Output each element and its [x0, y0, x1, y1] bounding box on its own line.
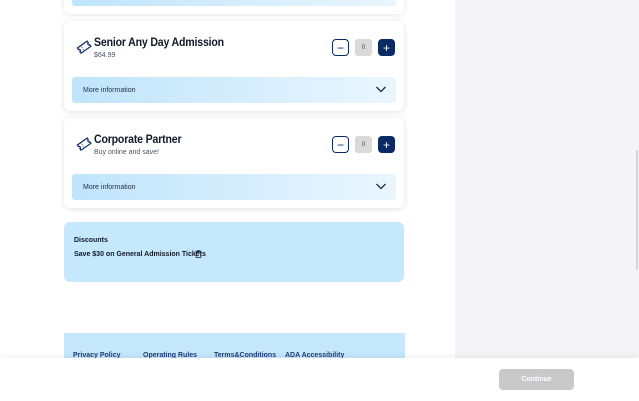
ticket-icon: [76, 40, 92, 55]
page: Senior Any Day Admission $64.99 − 0 + Mo…: [0, 0, 639, 401]
discounts-title: Discounts: [74, 237, 108, 244]
ticket-card-corporate: Corporate Partner Buy online and save! −…: [64, 118, 404, 208]
increase-quantity-button[interactable]: +: [378, 136, 395, 153]
quantity-value: 0: [355, 39, 372, 56]
quantity-value: 0: [355, 136, 372, 153]
more-info-label: More information: [83, 184, 136, 191]
chevron-down-icon: [376, 183, 386, 190]
quantity-stepper: − 0 +: [332, 136, 395, 153]
ticket-title: Senior Any Day Admission: [94, 35, 224, 49]
more-info-toggle[interactable]: More information: [72, 77, 396, 103]
ticket-title: Corporate Partner: [94, 132, 182, 146]
ticket-price: $64.99: [94, 52, 116, 59]
ticket-card-senior: Senior Any Day Admission $64.99 − 0 + Mo…: [64, 21, 404, 111]
continue-button[interactable]: Continue: [499, 369, 574, 390]
more-info-toggle[interactable]: More information: [72, 174, 396, 200]
increase-quantity-button[interactable]: +: [378, 39, 395, 56]
discounts-panel: Discounts Save $30 on General Admission …: [64, 222, 404, 282]
order-summary-panel: [455, 0, 639, 358]
chevron-down-icon: [376, 86, 386, 93]
decrease-quantity-button[interactable]: −: [332, 39, 349, 56]
trash-icon[interactable]: [195, 250, 202, 258]
ticket-card-partial: [64, 0, 404, 14]
scrollbar-thumb[interactable]: [636, 150, 638, 270]
ticket-subtitle: Buy online and save!: [94, 149, 159, 156]
more-info-label: More information: [83, 87, 136, 94]
quantity-stepper: − 0 +: [332, 39, 395, 56]
ticket-icon: [76, 137, 92, 152]
more-info-toggle-partial[interactable]: [72, 0, 396, 6]
discount-item: Save $30 on General Admission Tickets: [74, 251, 206, 258]
checkout-bar: Continue: [0, 358, 639, 401]
decrease-quantity-button[interactable]: −: [332, 136, 349, 153]
